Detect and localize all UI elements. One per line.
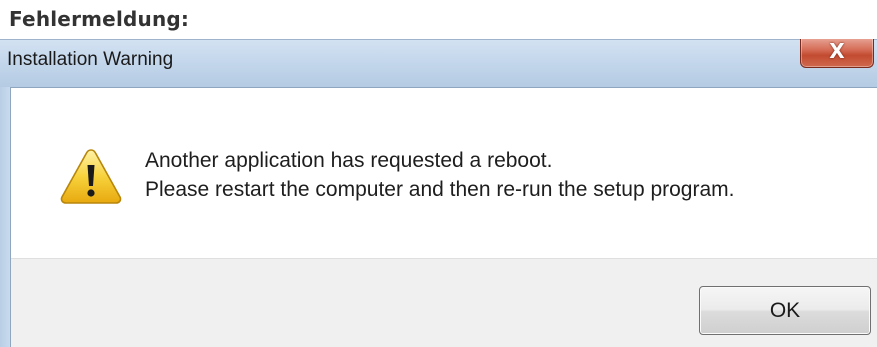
close-button[interactable]: X <box>800 39 874 68</box>
message-line-2: Please restart the computer and then re-… <box>145 178 735 201</box>
dialog-footer: OK <box>11 258 877 347</box>
dialog-content: Another application has requested a rebo… <box>11 87 877 258</box>
warning-icon <box>60 149 122 204</box>
message-line-1: Another application has requested a rebo… <box>145 149 553 172</box>
ok-button[interactable]: OK <box>699 286 871 335</box>
installation-warning-dialog: Installation Warning X Another applicati… <box>0 39 877 347</box>
close-icon: X <box>829 39 845 63</box>
dialog-titlebar[interactable]: Installation Warning X <box>0 39 877 87</box>
window-frame-left <box>0 87 11 347</box>
dialog-title: Installation Warning <box>7 49 174 70</box>
dialog-message: Another application has requested a rebo… <box>145 146 735 204</box>
page-heading: Fehlermeldung: <box>9 7 190 31</box>
